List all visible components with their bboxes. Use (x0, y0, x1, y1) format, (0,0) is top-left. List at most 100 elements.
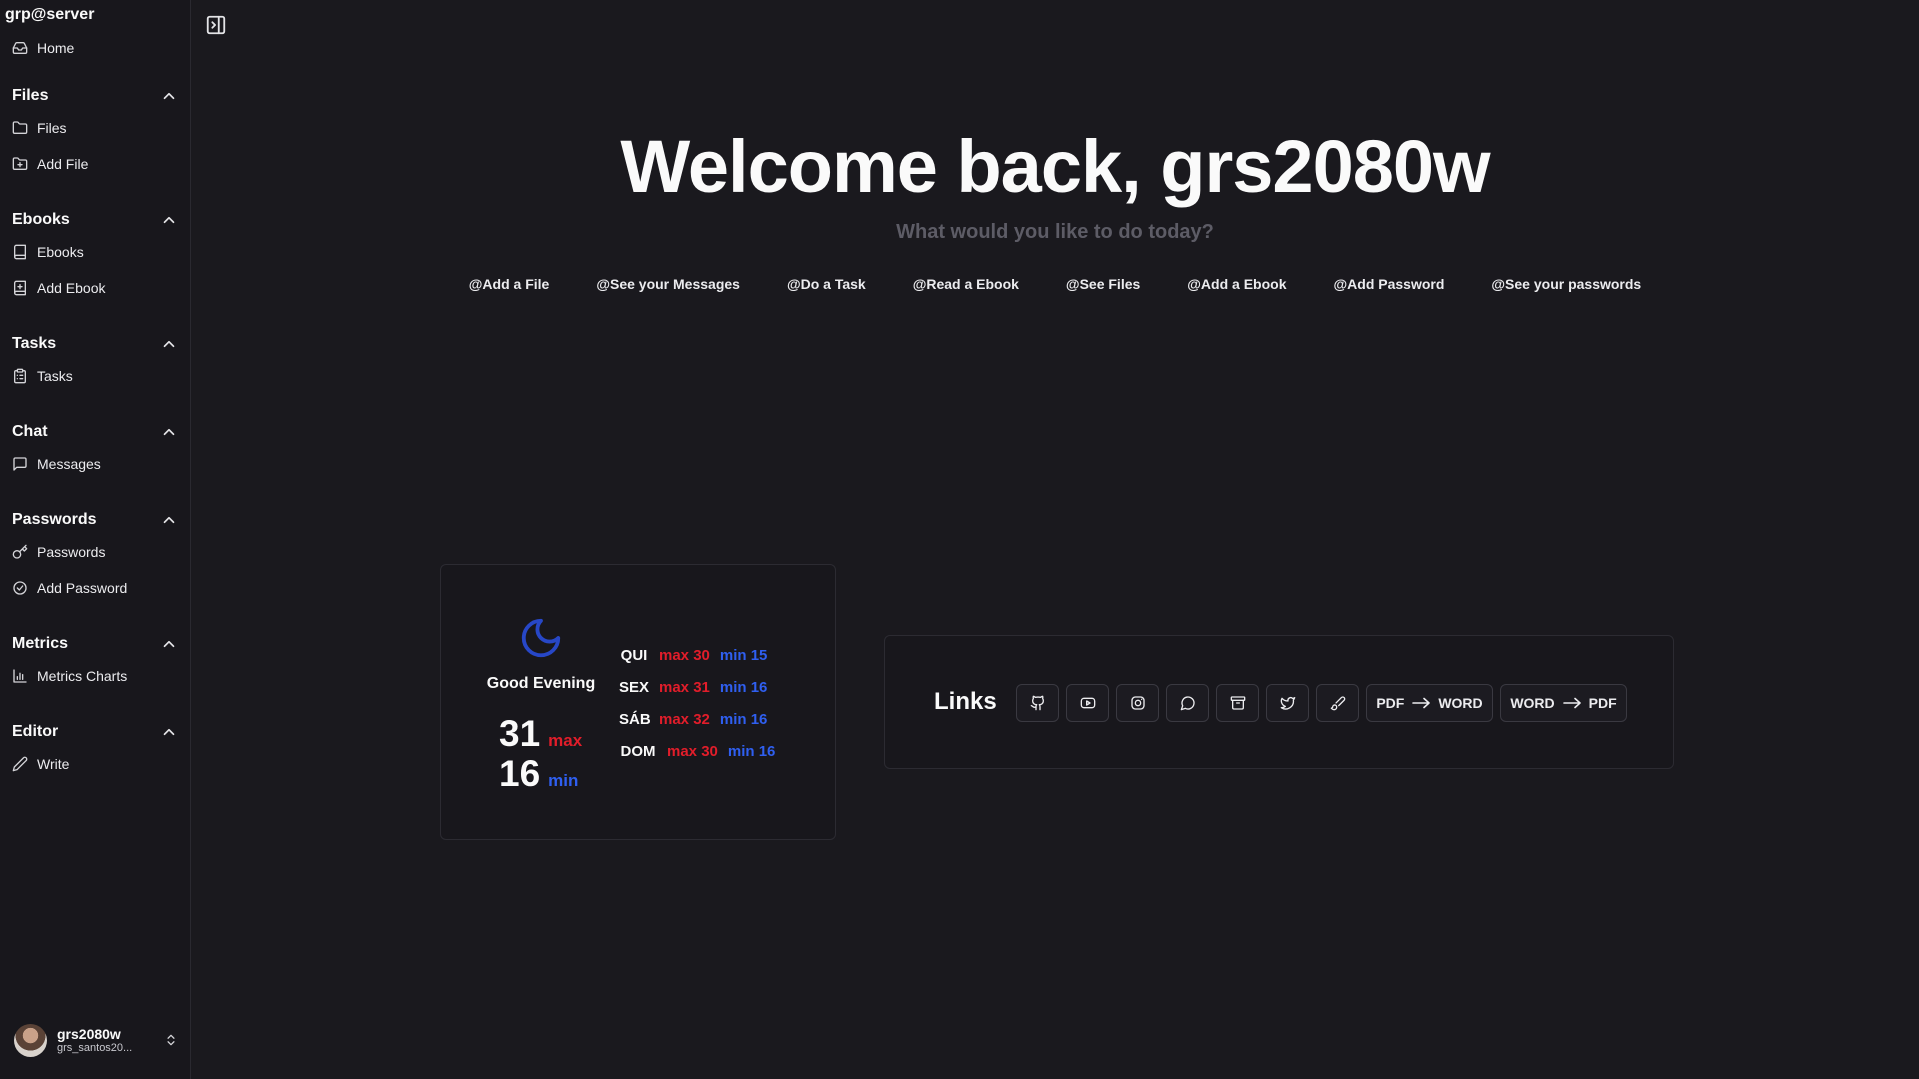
user-email: grs_santos20... (57, 1041, 133, 1054)
sidebar-item-files[interactable]: Files (12, 114, 67, 142)
group-chat[interactable]: Chat (12, 420, 178, 444)
chevron-up-icon (160, 511, 178, 529)
github-icon (1030, 695, 1046, 711)
instagram-button[interactable] (1116, 684, 1159, 722)
forecast-row: SÁB max 32 min 16 (619, 709, 767, 729)
arrow-right-icon (1562, 697, 1581, 709)
forecast-max: max 30 (659, 646, 710, 664)
brush-icon (1330, 695, 1346, 711)
group-tasks[interactable]: Tasks (12, 332, 178, 356)
group-ebooks[interactable]: Ebooks (12, 208, 178, 232)
sidebar-item-label: Metrics Charts (37, 668, 128, 684)
forecast-max: max 32 (659, 710, 710, 728)
sidebar-item-label: Files (37, 120, 67, 136)
sidebar-item-add-file[interactable]: Add File (12, 150, 88, 178)
convert-from: WORD (1510, 695, 1555, 711)
sidebar-item-label: Add Ebook (37, 280, 106, 296)
chevron-up-icon (160, 335, 178, 353)
forecast-min: min 15 (719, 646, 768, 664)
group-passwords[interactable]: Passwords (12, 508, 178, 532)
archive-button[interactable] (1216, 684, 1259, 722)
quick-link-do-task[interactable]: @Do a Task (763, 276, 889, 292)
folder-icon (12, 120, 28, 136)
sidebar-item-passwords[interactable]: Passwords (12, 538, 105, 566)
sidebar-item-tasks[interactable]: Tasks (12, 362, 73, 390)
weather-card: Good Evening 31 max 16 min QUI max 30 mi… (440, 564, 836, 840)
github-button[interactable] (1016, 684, 1059, 722)
forecast-min: min 16 (719, 678, 768, 696)
current-min-label: min (548, 771, 579, 790)
user-menu[interactable]: grs2080w grs_santos20... (14, 1022, 178, 1058)
bar-chart-icon (12, 668, 28, 684)
forecast-row: DOM max 30 min 16 (619, 741, 776, 761)
sidebar-item-label: Messages (37, 456, 101, 472)
folder-plus-icon (12, 156, 28, 172)
group-metrics[interactable]: Metrics (12, 632, 178, 656)
group-editor[interactable]: Editor (12, 720, 178, 744)
quick-link-read-ebook[interactable]: @Read a Ebook (889, 276, 1042, 292)
quick-link-see-messages[interactable]: @See your Messages (573, 276, 764, 292)
sidebar-item-metrics-charts[interactable]: Metrics Charts (12, 662, 127, 690)
quick-link-add-file[interactable]: @Add a File (445, 276, 573, 292)
forecast-day: DOM (620, 742, 656, 760)
pencil-icon (12, 756, 28, 772)
twitter-button[interactable] (1266, 684, 1309, 722)
moon-icon (518, 615, 564, 661)
convert-from: PDF (1376, 695, 1405, 711)
book-icon (12, 244, 28, 260)
sidebar-toggle-icon[interactable] (205, 14, 227, 36)
sidebar-item-add-password[interactable]: Add Password (12, 574, 127, 602)
avatar (14, 1023, 47, 1057)
brush-button[interactable] (1316, 684, 1359, 722)
sidebar-item-label: Write (37, 756, 70, 772)
sidebar: grp@server Home Files Files Add File Ebo… (0, 0, 191, 1079)
word-to-pdf-button[interactable]: WORD PDF (1500, 684, 1627, 722)
sidebar-item-add-ebook[interactable]: Add Ebook (12, 274, 106, 302)
group-title: Metrics (12, 635, 69, 652)
book-plus-icon (12, 280, 28, 296)
weather-greeting: Good Evening (486, 675, 596, 692)
chevron-up-icon (160, 723, 178, 741)
instagram-icon (1130, 695, 1146, 711)
group-title: Chat (12, 423, 48, 440)
sidebar-item-label: Add Password (37, 580, 128, 596)
whatsapp-button[interactable] (1166, 684, 1209, 722)
current-max-value: 31 (499, 713, 541, 754)
quick-link-add-password[interactable]: @Add Password (1310, 276, 1468, 292)
quick-link-see-passwords[interactable]: @See your passwords (1468, 276, 1665, 292)
convert-to: PDF (1588, 695, 1617, 711)
sidebar-item-ebooks[interactable]: Ebooks (12, 238, 84, 266)
current-max: 31 max (499, 713, 582, 755)
sidebar-item-label: Passwords (37, 544, 106, 560)
chevron-up-icon (160, 87, 178, 105)
sidebar-item-home[interactable]: Home (12, 34, 74, 62)
links-title: Links (934, 688, 997, 715)
chevrons-up-down-icon[interactable] (164, 1033, 178, 1047)
arrow-right-icon (1412, 697, 1431, 709)
group-title: Ebooks (12, 211, 70, 228)
quick-link-see-files[interactable]: @See Files (1042, 276, 1163, 292)
group-title: Tasks (12, 335, 57, 352)
convert-to: WORD (1438, 695, 1483, 711)
forecast-max: max 30 (667, 742, 718, 760)
forecast-day: SEX (619, 678, 650, 696)
clipboard-list-icon (12, 368, 28, 384)
current-min: 16 min (499, 753, 578, 795)
forecast-day: QUI (620, 646, 648, 664)
quick-link-add-ebook[interactable]: @Add a Ebook (1164, 276, 1310, 292)
sidebar-item-write[interactable]: Write (12, 750, 69, 778)
links-card: Links PDF WORD WORD PDF (884, 635, 1674, 769)
forecast-max: max 31 (659, 678, 710, 696)
chevron-up-icon (160, 635, 178, 653)
pdf-to-word-button[interactable]: PDF WORD (1366, 684, 1493, 722)
group-files[interactable]: Files (12, 84, 178, 108)
group-title: Editor (12, 723, 59, 740)
sidebar-item-label: Add File (37, 156, 89, 172)
page-title: Welcome back, grs2080w (620, 125, 1490, 208)
page-subtitle: What would you like to do today? (896, 221, 1214, 243)
youtube-button[interactable] (1066, 684, 1109, 722)
sidebar-item-messages[interactable]: Messages (12, 450, 101, 478)
group-title: Passwords (12, 511, 97, 528)
forecast-min: min 16 (727, 742, 776, 760)
sidebar-item-label: Tasks (37, 368, 73, 384)
